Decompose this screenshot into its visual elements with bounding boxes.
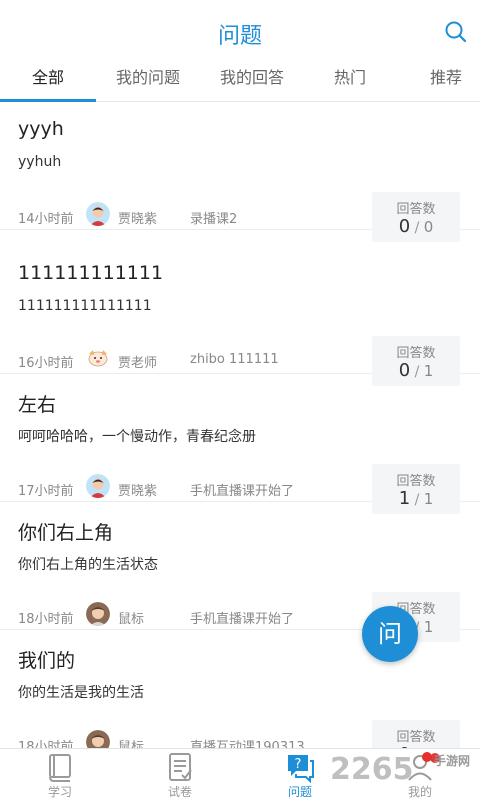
answer-count-label: 回答数: [396, 474, 436, 489]
book-icon: [49, 754, 71, 782]
question-title: yyyh: [18, 118, 64, 140]
tab-label: 推荐: [429, 68, 462, 87]
nav-label: 学习: [47, 785, 72, 799]
course-name: zhibo 111111: [190, 352, 279, 367]
answer-count-label: 回答数: [396, 346, 436, 361]
watermark-logo: 2265 手游网: [330, 752, 480, 792]
question-card[interactable]: 左右 呵呵哈哈哈，一个慢动作，青春纪念册 17小时前 贾晓紫 手机直播课开始了 …: [0, 374, 480, 514]
nav-item-exams[interactable]: 试卷: [120, 749, 240, 800]
question-description: 你们右上角的生活状态: [18, 557, 158, 573]
nav-item-study[interactable]: 学习: [0, 749, 120, 800]
boy-avatar: [86, 202, 110, 226]
author-name: 贾晓紫: [118, 212, 158, 227]
photo-avatar: [86, 730, 110, 748]
tab-my-questions[interactable]: 我的问题: [96, 62, 200, 102]
question-card[interactable]: yyyh yyhuh 14小时前 贾晓紫 录播课2 回答数 0 / 0: [0, 102, 480, 242]
photo-avatar: [86, 602, 110, 626]
page-title: 问题: [217, 24, 262, 49]
tab-label: 我的回答: [219, 68, 284, 87]
tab-my-answers[interactable]: 我的回答: [200, 62, 304, 102]
author-name: 鼠标: [118, 612, 145, 627]
question-description: yyhuh: [18, 154, 62, 170]
post-time: 18小时前: [18, 740, 74, 748]
exam-icon: [169, 753, 192, 781]
answer-count: 0 / 0: [398, 216, 434, 237]
question-title: 你们右上角: [18, 522, 114, 544]
question-description: 呵呵哈哈哈，一个慢动作，青春纪念册: [18, 429, 256, 445]
question-title: 111111111111: [18, 262, 164, 284]
course-name: 直播互动课190313: [190, 740, 305, 748]
answer-count-box: 回答数 0 / 0: [372, 720, 460, 748]
watermark-number: 2265: [330, 752, 414, 787]
search-icon[interactable]: [444, 20, 468, 44]
watermark-text: 手游网: [434, 754, 471, 768]
question-chat-icon: ?: [288, 755, 314, 783]
tab-label: 全部: [31, 68, 64, 87]
post-time: 18小时前: [18, 612, 74, 627]
tab-label: 热门: [333, 68, 366, 87]
nav-label: 试卷: [167, 785, 192, 799]
tab-all[interactable]: 全部: [0, 62, 96, 102]
category-tabs: 全部 我的问题 我的回答 热门 推荐: [0, 62, 480, 102]
answer-count-box: 回答数 0 / 0: [372, 192, 460, 242]
course-name: 手机直播课开始了: [190, 484, 295, 499]
course-name: 录播课2: [190, 212, 238, 227]
question-description: 111111111111111: [18, 298, 152, 314]
answer-count-label: 回答数: [396, 730, 436, 745]
question-title: 我们的: [18, 650, 76, 672]
author-name: 鼠标: [118, 740, 145, 748]
app-header: 问题: [0, 0, 480, 62]
course-name: 手机直播课开始了: [190, 612, 295, 627]
author-name: 贾老师: [118, 356, 158, 371]
answered-count: 0: [398, 216, 411, 237]
author-name: 贾晓紫: [118, 484, 158, 499]
ask-question-button[interactable]: 问: [362, 606, 418, 662]
post-time: 16小时前: [18, 356, 74, 371]
post-time: 17小时前: [18, 484, 74, 499]
post-time: 14小时前: [18, 212, 74, 227]
question-card[interactable]: 111111111111 111111111111111 16小时前 贾老师 z…: [0, 246, 480, 386]
total-count: 0: [423, 218, 434, 236]
tab-label: 我的问题: [115, 68, 180, 87]
tab-hot[interactable]: 热门: [304, 62, 396, 102]
boy-avatar: [86, 474, 110, 498]
watermark-dot: [422, 752, 432, 762]
question-title: 左右: [18, 394, 57, 416]
svg-text:?: ?: [295, 757, 302, 772]
question-description: 你的生活是我的生活: [18, 685, 144, 701]
question-card[interactable]: 你们右上角 你们右上角的生活状态 18小时前 鼠标 手机直播课开始了 回答数 0…: [0, 502, 480, 642]
cartoon-avatar: [86, 346, 110, 370]
tab-recommend[interactable]: 推荐: [396, 62, 480, 102]
answer-count-label: 回答数: [396, 202, 436, 217]
